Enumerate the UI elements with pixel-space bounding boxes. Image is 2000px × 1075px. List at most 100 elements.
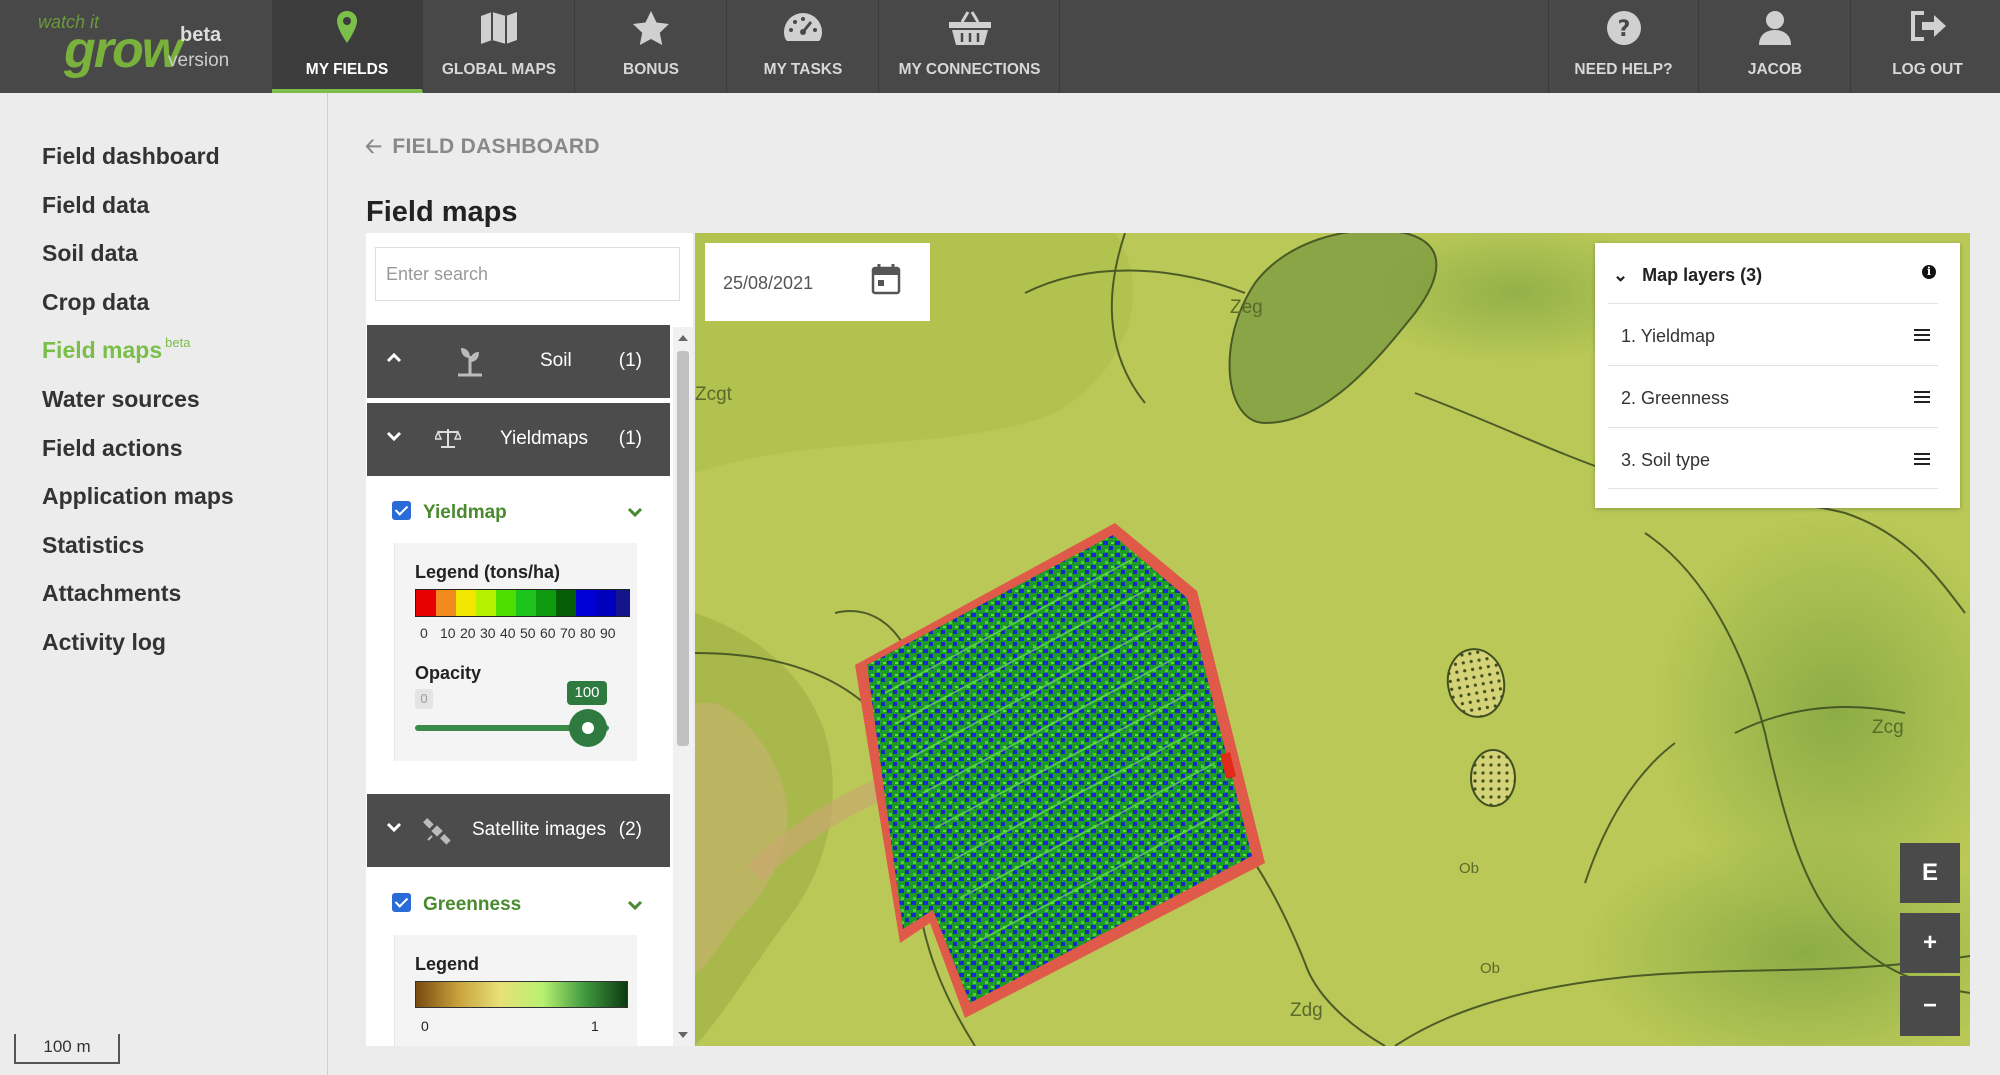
- info-icon[interactable]: i: [1922, 265, 1936, 279]
- back-to-field-dashboard[interactable]: 🡠 FIELD DASHBOARD: [365, 132, 600, 167]
- sidebar-item-label: Field maps: [42, 337, 163, 363]
- legend-swatch: [536, 590, 556, 616]
- soil-label-ob-2: Ob: [1480, 960, 1500, 977]
- group-count: (1): [618, 350, 642, 371]
- map-layer-row[interactable]: 1. Yieldmap: [1608, 303, 1938, 365]
- greenness-legend-min: 0: [421, 1018, 429, 1034]
- zoom-in-button[interactable]: +: [1900, 913, 1960, 973]
- sidebar-item-soil-data[interactable]: Soil data: [42, 240, 138, 267]
- legend-tick-label: 70: [560, 625, 576, 641]
- nav-global-maps[interactable]: GLOBAL MAPS: [424, 0, 575, 93]
- legend-swatch: [416, 590, 436, 616]
- map-e-button[interactable]: E: [1900, 843, 1960, 903]
- map-layer-label: 3. Soil type: [1621, 450, 1711, 470]
- nav-user-jacob[interactable]: JACOB: [1700, 0, 1851, 93]
- opacity-slider-handle[interactable]: [569, 709, 607, 747]
- sidebar-item-statistics[interactable]: Statistics: [42, 532, 144, 559]
- sidebar-item-water-sources[interactable]: Water sources: [42, 386, 200, 413]
- legend-tick-label: 80: [580, 625, 596, 641]
- legend-tick-label: 30: [480, 625, 496, 641]
- logo-main-text: grow: [64, 21, 182, 79]
- group-soil[interactable]: Soil (1): [367, 325, 670, 398]
- chevron-down-icon: [386, 822, 402, 833]
- scrollbar-thumb[interactable]: [677, 351, 689, 746]
- group-satellite-images[interactable]: Satellite images (2): [367, 794, 670, 867]
- top-nav-bar: watch it grow beta version MY FIELDS GLO…: [0, 0, 2000, 93]
- greenness-checkbox[interactable]: [392, 893, 411, 913]
- sidebar-item-field-data[interactable]: Field data: [42, 192, 149, 219]
- nav-my-connections[interactable]: MY CONNECTIONS: [880, 0, 1060, 93]
- drag-handle-icon[interactable]: [1914, 391, 1930, 403]
- opacity-value: 100: [567, 681, 607, 705]
- opacity-label: Opacity: [415, 663, 482, 683]
- legend-tick-label: 20: [460, 625, 476, 641]
- chevron-down-icon[interactable]: [626, 897, 644, 913]
- map-pin-icon: [337, 11, 357, 43]
- map-layer-row[interactable]: 3. Soil type: [1608, 427, 1938, 489]
- group-count: (2): [618, 819, 642, 840]
- yieldmap-checkbox[interactable]: [392, 501, 411, 521]
- greenness-legend-box: Legend 0 1: [394, 935, 637, 1046]
- sidebar-item-field-maps[interactable]: Field maps beta: [42, 335, 190, 364]
- sidebar-item-activity-log[interactable]: Activity log: [42, 629, 166, 656]
- nav-label: JACOB: [1747, 61, 1803, 78]
- sidebar-item-field-dashboard[interactable]: Field dashboard: [42, 143, 220, 170]
- search-input[interactable]: Enter search: [375, 247, 680, 301]
- group-name: Satellite images: [472, 819, 607, 840]
- drag-handle-icon[interactable]: [1914, 329, 1930, 341]
- nav-my-fields[interactable]: MY FIELDS: [272, 0, 423, 93]
- layer-yieldmap-toggle[interactable]: Yieldmap: [392, 501, 507, 524]
- nav-need-help[interactable]: ? NEED HELP?: [1548, 0, 1699, 93]
- nav-log-out[interactable]: LOG OUT: [1852, 0, 2000, 93]
- nav-bonus[interactable]: BONUS: [576, 0, 727, 93]
- chevron-down-icon: ⌄: [1613, 265, 1629, 285]
- soil-label-zcgt: Zcgt: [695, 384, 733, 405]
- dashboard-icon: [784, 13, 822, 41]
- map-layers-title: Map layers (3): [1642, 265, 1763, 285]
- opacity-min: 0: [415, 689, 433, 709]
- breadcrumb: FIELD DASHBOARD: [392, 135, 600, 158]
- date-picker[interactable]: 25/08/2021: [705, 243, 930, 321]
- layer-panel: Enter search Soil (1) Yieldmaps (1) Yiel…: [366, 233, 693, 1046]
- nav-label: BONUS: [623, 61, 679, 78]
- question-icon: ?: [1606, 11, 1641, 45]
- legend-tick-label: 50: [520, 625, 536, 641]
- map-scale-bar: 100 m: [14, 1034, 120, 1064]
- legend-swatch: [516, 590, 536, 616]
- legend-swatch: [556, 590, 576, 616]
- calendar-icon[interactable]: [871, 263, 901, 295]
- sidebar: Field dashboard Field data Soil data Cro…: [0, 93, 328, 1075]
- layer-panel-scrollbar[interactable]: [673, 327, 693, 1046]
- group-count: (1): [618, 428, 642, 449]
- legend-swatch: [496, 590, 516, 616]
- sidebar-item-field-actions[interactable]: Field actions: [42, 435, 183, 462]
- beta-label: beta: [180, 24, 222, 46]
- scroll-down-arrow[interactable]: [678, 1032, 688, 1038]
- map-view[interactable]: Zeg Zcgt Zcg Zdg Ob Ob 25/08/2021 ⌄ Map l…: [695, 233, 1970, 1046]
- nav-my-tasks[interactable]: MY TASKS: [728, 0, 879, 93]
- scroll-up-arrow[interactable]: [678, 335, 688, 341]
- legend-tick-label: 40: [500, 625, 516, 641]
- greenness-legend-ramp: [415, 981, 628, 1008]
- drag-handle-icon[interactable]: [1914, 453, 1930, 465]
- greenness-legend-max: 1: [591, 1018, 599, 1034]
- zoom-out-button[interactable]: −: [1900, 976, 1960, 1036]
- legend-tick-label: 60: [540, 625, 556, 641]
- sidebar-item-attachments[interactable]: Attachments: [42, 580, 181, 607]
- group-name: Yieldmaps: [500, 428, 589, 449]
- map-layer-row[interactable]: 2. Greenness: [1608, 365, 1938, 427]
- star-icon: [633, 11, 669, 45]
- watchitgrow-logo[interactable]: watch it grow beta version: [30, 6, 280, 88]
- soil-label-zeg: Zeg: [1230, 297, 1263, 318]
- sidebar-item-application-maps[interactable]: Application maps: [42, 483, 234, 510]
- sidebar-item-crop-data[interactable]: Crop data: [42, 289, 149, 316]
- legend-swatch: [596, 590, 616, 616]
- legend-swatch: [456, 590, 476, 616]
- group-yieldmaps[interactable]: Yieldmaps (1): [367, 403, 670, 476]
- layer-greenness-toggle[interactable]: Greenness: [392, 893, 521, 916]
- logout-icon: [1910, 11, 1946, 41]
- svg-text:?: ?: [1617, 17, 1630, 42]
- plant-icon: [458, 348, 482, 377]
- map-layers-header[interactable]: ⌄ Map layers (3): [1613, 265, 1762, 286]
- chevron-down-icon[interactable]: [626, 504, 644, 520]
